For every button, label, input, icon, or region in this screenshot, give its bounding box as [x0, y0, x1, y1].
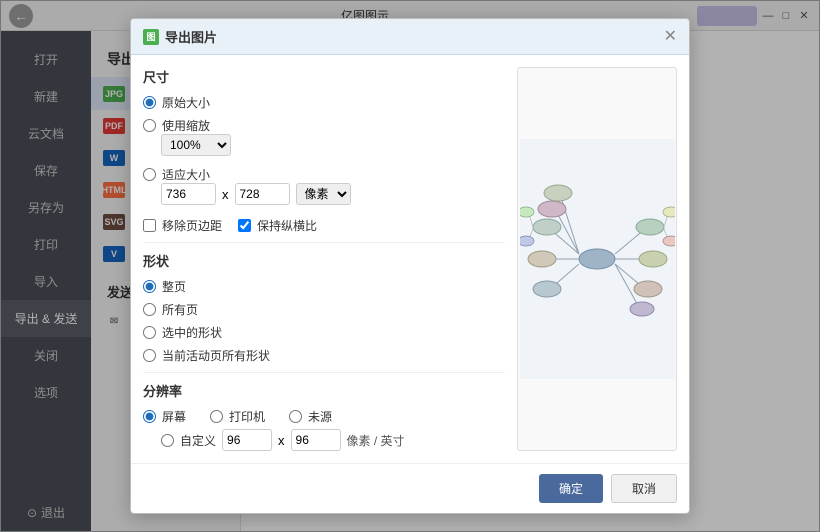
cancel-button[interactable]: 取消	[611, 474, 677, 503]
size-radio-fit[interactable]	[143, 168, 156, 181]
shape-section-title: 形状	[143, 251, 505, 270]
mindmap-svg	[520, 139, 675, 379]
unit-select[interactable]: 像素	[296, 183, 351, 205]
size-option-original[interactable]: 原始大小	[143, 94, 505, 111]
keep-ratio-checkbox[interactable]	[238, 219, 251, 232]
remove-margin-row[interactable]: 移除页边距	[143, 217, 222, 234]
confirm-button[interactable]: 确定	[539, 474, 603, 503]
shape-radio-current[interactable]	[143, 349, 156, 362]
dialog-body: 尺寸 原始大小 使用缩放 100%	[131, 55, 689, 463]
keep-ratio-row[interactable]: 保持纵横比	[238, 217, 317, 234]
size-option-fit[interactable]: 适应大小	[143, 166, 505, 183]
dpi-section-title: 分辨率	[143, 381, 505, 400]
dpi-radio-screen[interactable]	[143, 410, 156, 423]
divider-1	[143, 242, 505, 243]
dpi-option-printer[interactable]: 打印机	[210, 408, 265, 425]
margin-options-row: 移除页边距 保持纵横比	[143, 217, 505, 234]
export-dialog: 图 导出图片 ✕ 尺寸 原始大小 使用缩放	[130, 18, 690, 514]
dpi-radio-printer[interactable]	[210, 410, 223, 423]
dpi-unit-label: 像素 / 英寸	[347, 432, 405, 449]
shape-option-allpages[interactable]: 所有页	[143, 301, 505, 318]
dpi-x-icon: x	[278, 433, 285, 448]
dialog-title: 图 导出图片	[143, 27, 217, 46]
shape-option-fullpage[interactable]: 整页	[143, 278, 505, 295]
times-icon: x	[222, 187, 229, 202]
shape-option-selected[interactable]: 选中的形状	[143, 324, 505, 341]
height-input[interactable]	[235, 183, 290, 205]
dialog-settings: 尺寸 原始大小 使用缩放 100%	[143, 67, 505, 451]
width-input[interactable]	[161, 183, 216, 205]
size-section-title: 尺寸	[143, 67, 505, 86]
shape-radio-selected[interactable]	[143, 326, 156, 339]
scale-input-row: 100% 50% 200%	[161, 134, 505, 156]
dialog-header: 图 导出图片 ✕	[131, 19, 689, 55]
dialog-preview	[517, 67, 677, 451]
dialog-overlay: 图 导出图片 ✕ 尺寸 原始大小 使用缩放	[0, 0, 820, 532]
shape-radio-allpages[interactable]	[143, 303, 156, 316]
shape-radio-group: 整页 所有页 选中的形状 当前活动页所有形状	[143, 278, 505, 364]
dpi-option-custom[interactable]: 自定义	[161, 432, 216, 449]
remove-margin-checkbox[interactable]	[143, 219, 156, 232]
size-radio-scale[interactable]	[143, 119, 156, 132]
custom-dpi-row: 自定义 x 像素 / 英寸	[161, 429, 505, 451]
dialog-header-icon: 图	[143, 29, 159, 45]
dpi-radio-source[interactable]	[289, 410, 302, 423]
size-option-scale[interactable]: 使用缩放	[143, 117, 505, 134]
shape-radio-fullpage[interactable]	[143, 280, 156, 293]
fit-input-row: x 像素	[161, 183, 505, 205]
scale-select[interactable]: 100% 50% 200%	[161, 134, 231, 156]
dpi-option-source[interactable]: 未源	[289, 408, 332, 425]
size-radio-original[interactable]	[143, 96, 156, 109]
size-radio-group: 原始大小 使用缩放 100% 50% 200%	[143, 94, 505, 209]
dialog-close-button[interactable]: ✕	[664, 29, 677, 45]
dpi-x-input[interactable]	[222, 429, 272, 451]
shape-option-current[interactable]: 当前活动页所有形状	[143, 347, 505, 364]
dpi-option-screen[interactable]: 屏幕	[143, 408, 186, 425]
divider-2	[143, 372, 505, 373]
dpi-radio-custom[interactable]	[161, 434, 174, 447]
dpi-options-row: 屏幕 打印机 未源	[143, 408, 505, 425]
dpi-y-input[interactable]	[291, 429, 341, 451]
dialog-footer: 确定 取消	[131, 463, 689, 513]
